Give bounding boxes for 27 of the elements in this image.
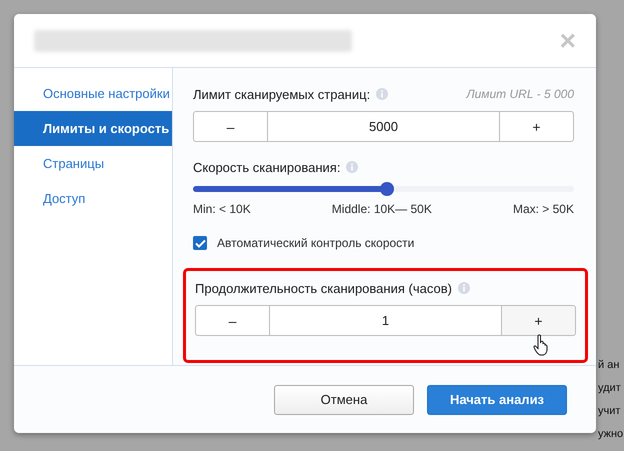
slider-thumb[interactable]: [380, 182, 394, 196]
background-text: учит: [598, 404, 622, 419]
checkbox-label: Автоматический контроль скорости: [217, 236, 414, 250]
sidebar-item[interactable]: Основные настройки: [14, 76, 172, 111]
limit-note: Лимит URL - 5 000: [466, 87, 574, 101]
slider-mark-label: Min: < 10K: [193, 202, 251, 216]
hand-cursor-icon: [533, 334, 549, 356]
background-text: удит: [598, 381, 622, 396]
number-field[interactable]: 1: [269, 305, 502, 336]
slider-mark-label: Middle: 10K— 50K: [332, 202, 432, 216]
decrement-button[interactable]: –: [193, 111, 268, 142]
number-field[interactable]: 5000: [267, 111, 500, 142]
field-label: Продолжительность сканирования (часов): [195, 280, 452, 296]
sidebar-item[interactable]: Страницы: [14, 146, 172, 181]
decrement-button[interactable]: –: [195, 305, 270, 336]
checkbox[interactable]: [193, 236, 207, 250]
sidebar-item[interactable]: Доступ: [14, 181, 172, 216]
increment-button[interactable]: +: [501, 305, 576, 336]
sidebar-item[interactable]: Лимиты и скорость: [14, 111, 172, 146]
cancel-button[interactable]: Отмена: [274, 384, 414, 414]
background-text: й ан: [598, 358, 620, 373]
field-label: Скорость сканирования:: [193, 160, 340, 174]
field-label: Лимит сканируемых страниц:: [193, 86, 370, 102]
slider-mark-label: Max: > 50K: [512, 202, 574, 216]
increment-button[interactable]: +: [499, 111, 574, 142]
background-text: ужно: [598, 427, 624, 442]
start-button[interactable]: Начать анализ: [427, 384, 567, 414]
